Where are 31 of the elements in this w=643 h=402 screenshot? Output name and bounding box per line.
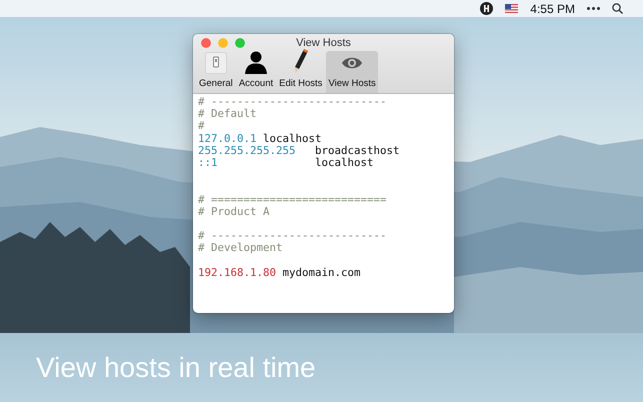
ip-address: 127.0.0.1 [198, 132, 257, 145]
toolbar-tab[interactable]: Account [236, 51, 276, 93]
toolbar-tab[interactable]: View Hosts [326, 51, 378, 93]
toolbar-tab[interactable]: Edit Hosts [277, 51, 324, 93]
pencil-icon [292, 48, 309, 74]
comment-line: # --------------------------- [198, 230, 387, 242]
comment-line: # =========================== [198, 194, 387, 206]
eye-icon [341, 56, 364, 70]
h-circle-icon[interactable] [480, 2, 494, 15]
host-name: mydomain.com [282, 266, 361, 279]
comment-line: # Default [198, 108, 257, 120]
caption-text: View hosts in real time [36, 352, 316, 384]
switch-icon [204, 52, 227, 74]
search-icon[interactable] [612, 3, 623, 14]
comment-line: # Development [198, 242, 283, 254]
flag-icon[interactable] [505, 4, 518, 13]
host-name: localhost [263, 132, 322, 145]
close-button[interactable] [201, 38, 211, 48]
more-icon[interactable] [587, 7, 600, 10]
ip-address: 255.255.255.255 [198, 144, 296, 157]
ip-address: ::1 [198, 156, 218, 170]
host-name: localhost [315, 156, 374, 170]
toolbar-tab[interactable]: General [197, 51, 235, 93]
host-name: broadcasthost [315, 144, 400, 157]
comment-line: # Product A [198, 206, 270, 218]
comment-line: # --------------------------- [198, 96, 387, 108]
clock-time[interactable]: 4:55 PM [530, 2, 575, 16]
ip-address: 192.168.1.80 [198, 266, 276, 279]
comment-line: # [198, 120, 205, 133]
person-icon [244, 50, 268, 74]
window-title: View Hosts [296, 36, 351, 48]
